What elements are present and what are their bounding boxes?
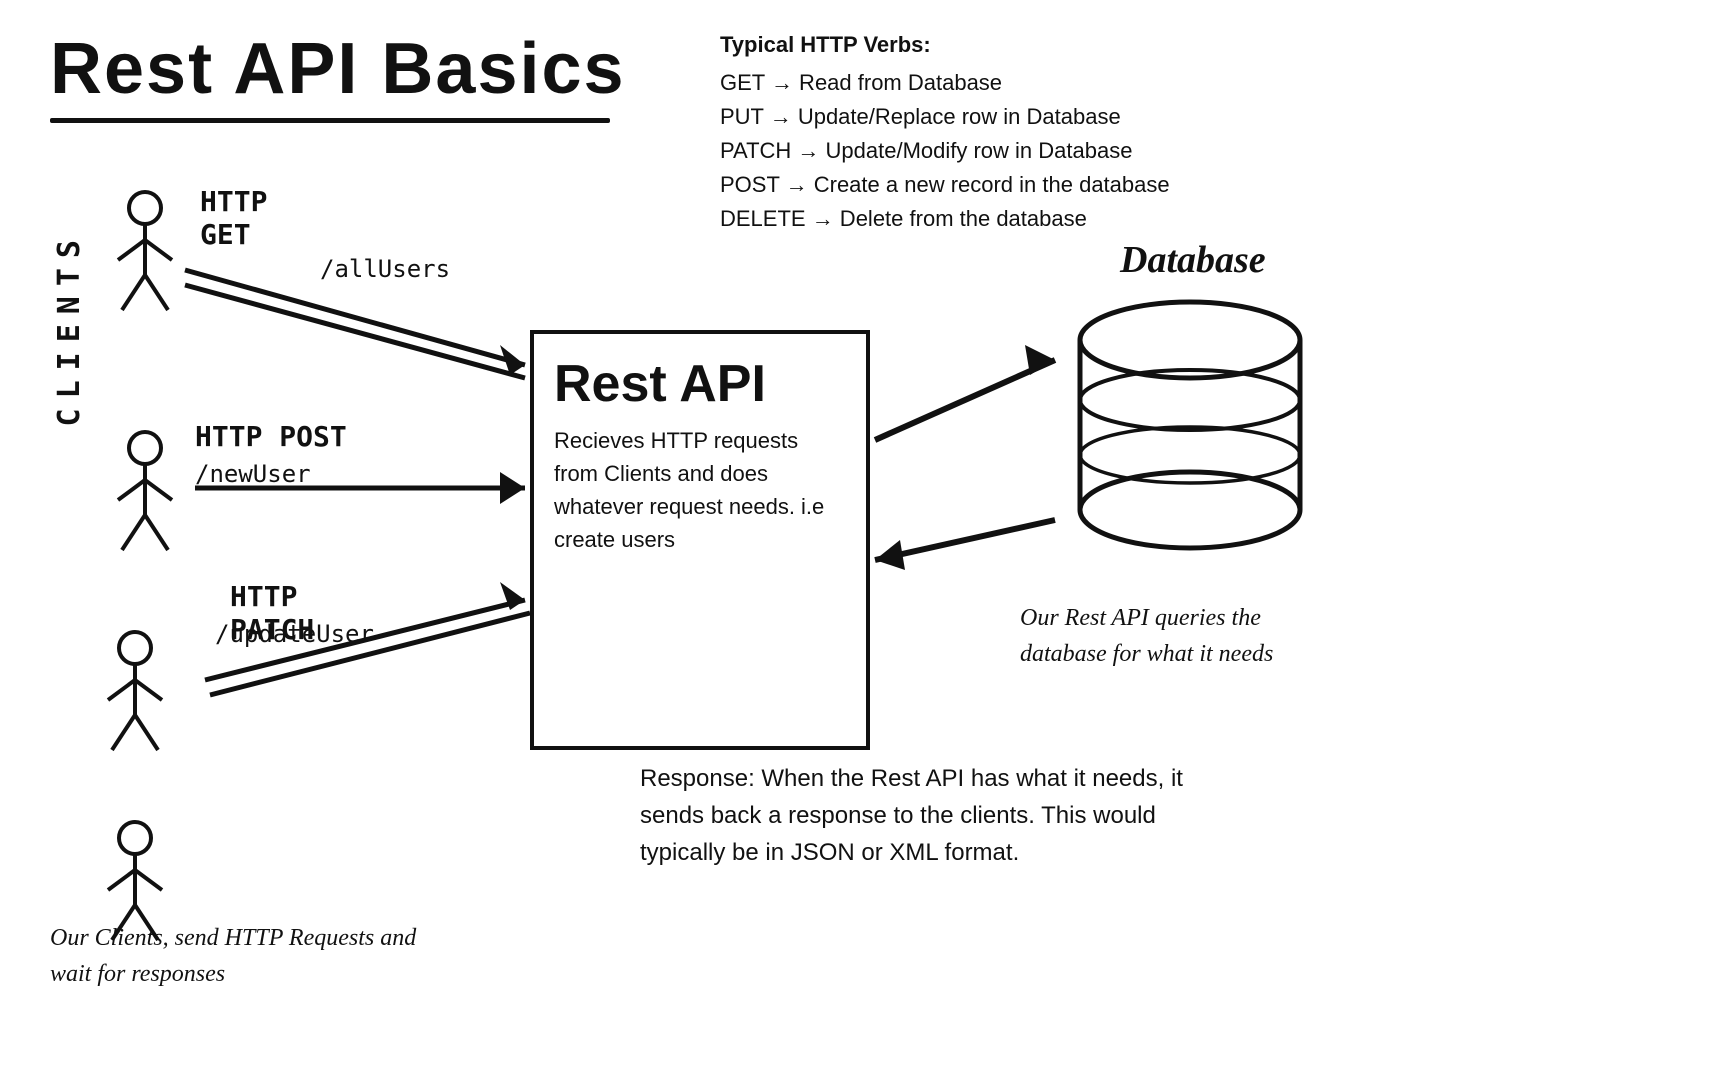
verb-put: PUT → Update/Replace row in Database (720, 100, 1170, 134)
database-icon (1060, 290, 1320, 580)
page-title: Rest API Basics (50, 28, 626, 110)
title-underline (50, 118, 610, 123)
clients-bottom-text: Our Clients, send HTTP Requests and wait… (50, 920, 430, 992)
rest-api-box-text: Recieves HTTP requests from Clients and … (554, 424, 846, 556)
stick-figure-3 (100, 630, 170, 760)
rest-api-queries-text: Our Rest API queries the database for wh… (1020, 600, 1340, 672)
http-get-label: HTTPHTTP GETGET (200, 185, 267, 251)
verb-get: GET → Read from Database (720, 66, 1170, 100)
allusers-label: /allUsers (320, 255, 450, 283)
http-verbs-title: Typical HTTP Verbs: (720, 28, 1170, 62)
page: Rest API Basics Typical HTTP Verbs: GET … (0, 0, 1720, 1080)
verb-patch: PATCH → Update/Modify row in Database (720, 134, 1170, 168)
http-verbs-section: Typical HTTP Verbs: GET → Read from Data… (720, 28, 1170, 237)
stick-figure-1 (110, 190, 180, 320)
newuser-label: /newUser (195, 460, 311, 488)
verb-post: POST → Create a new record in the databa… (720, 168, 1170, 202)
stick-figure-2 (110, 430, 180, 560)
http-post-label: HTTP POST (195, 420, 347, 453)
response-text: Response: When the Rest API has what it … (640, 760, 1220, 872)
rest-api-box: Rest API Recieves HTTP requests from Cli… (530, 330, 870, 750)
rest-api-box-title: Rest API (554, 354, 846, 414)
clients-vertical-label: CLIENTS (52, 230, 87, 426)
updateuser-label: /updateUser (215, 620, 374, 648)
database-label: Database (1120, 238, 1266, 282)
verb-delete: DELETE → Delete from the database (720, 202, 1170, 236)
